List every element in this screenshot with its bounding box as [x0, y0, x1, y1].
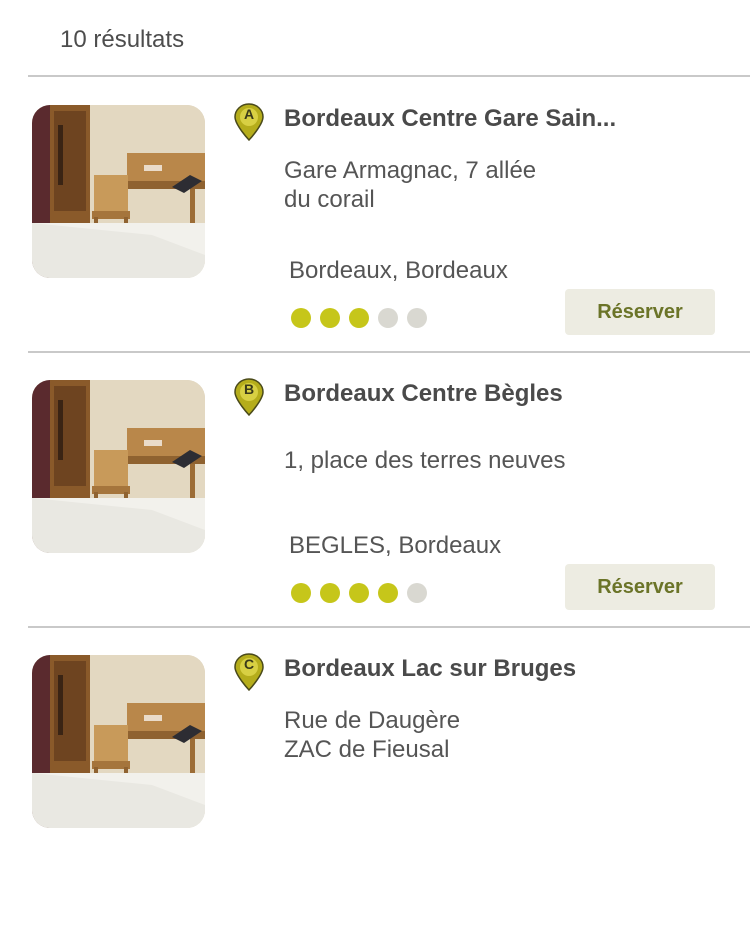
hotel-name[interactable]: Bordeaux Centre Gare Sain...	[284, 105, 616, 133]
map-pin-letter: B	[243, 381, 255, 397]
rating-dots	[291, 308, 427, 328]
hotel-city: BEGLES, Bordeaux	[289, 532, 502, 559]
hotel-name[interactable]: Bordeaux Centre Bègles	[284, 380, 563, 408]
rating-dot-empty	[407, 308, 427, 328]
map-pin-icon: C	[234, 653, 264, 691]
rating-dots	[291, 583, 427, 603]
hotel-name[interactable]: Bordeaux Lac sur Bruges	[284, 655, 576, 683]
reserve-button[interactable]: Réserver	[565, 564, 715, 610]
rating-dot-empty	[378, 308, 398, 328]
header-divider	[28, 75, 750, 77]
rating-dot-filled	[320, 308, 340, 328]
hotel-address: 1, place des terres neuves	[284, 446, 566, 475]
address-line: 1, place des terres neuves	[284, 447, 566, 474]
rating-dot-filled	[320, 583, 340, 603]
rating-dot-filled	[378, 583, 398, 603]
map-pin-letter: A	[243, 106, 255, 122]
map-pin-icon: A	[234, 103, 264, 141]
address-line: Rue de Daugère	[284, 707, 461, 734]
hotel-thumbnail[interactable]	[32, 380, 205, 553]
address-line: Gare Armagnac, 7 allée	[284, 157, 537, 184]
address-line: du corail	[284, 186, 375, 213]
hotel-address: Gare Armagnac, 7 allée du corail	[284, 156, 536, 214]
rating-dot-filled	[349, 308, 369, 328]
hotel-city: Bordeaux, Bordeaux	[289, 257, 508, 284]
hotel-thumbnail[interactable]	[32, 655, 205, 828]
map-pin-letter: C	[243, 656, 255, 672]
reserve-button[interactable]: Réserver	[565, 289, 715, 335]
hotel-address: Rue de Daugère ZAC de Fieusal	[284, 706, 460, 764]
rating-dot-empty	[407, 583, 427, 603]
map-pin-icon: B	[234, 378, 264, 416]
hotel-thumbnail[interactable]	[32, 105, 205, 278]
address-line: ZAC de Fieusal	[284, 736, 450, 763]
results-count: 10 résultats	[60, 26, 185, 53]
item-divider	[28, 626, 750, 628]
item-divider	[28, 351, 750, 353]
rating-dot-filled	[349, 583, 369, 603]
hotel-list-item[interactable]: C Bordeaux Lac sur Bruges Rue de Daugère…	[0, 653, 750, 927]
rating-dot-filled	[291, 308, 311, 328]
hotel-list-item[interactable]: B Bordeaux Centre Bègles 1, place des te…	[0, 378, 750, 652]
hotel-list-item[interactable]: A Bordeaux Centre Gare Sain... Gare Arma…	[0, 103, 750, 377]
rating-dot-filled	[291, 583, 311, 603]
